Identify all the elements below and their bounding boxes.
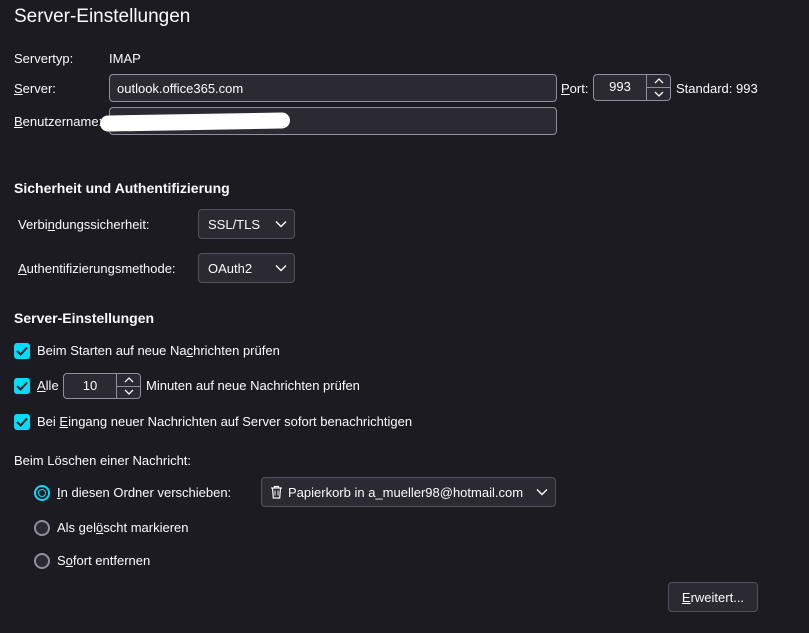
notify-new-mail-label[interactable]: Bei Eingang neuer Nachrichten auf Server…: [37, 414, 412, 430]
interval-increment-button[interactable]: [117, 374, 140, 386]
chevron-down-icon: [275, 265, 287, 272]
server-input[interactable]: outlook.office365.com: [109, 74, 557, 102]
trash-icon: [271, 485, 282, 499]
check-every-label[interactable]: Alle: [37, 378, 59, 394]
checkmark-icon: [16, 381, 28, 391]
remove-immediately-label[interactable]: Sofort entfernen: [57, 553, 150, 569]
remove-immediately-radio[interactable]: [34, 553, 50, 569]
chevron-up-icon: [654, 78, 663, 84]
chevron-up-icon: [124, 376, 133, 383]
checkmark-icon: [16, 417, 28, 427]
port-value[interactable]: 993: [594, 75, 646, 100]
mark-as-deleted-label[interactable]: Als gelöscht markieren: [57, 520, 189, 536]
connection-security-dropdown[interactable]: SSL/TLS: [198, 209, 295, 239]
chevron-down-icon: [124, 389, 133, 396]
folder-value: Papierkorb in a_mueller98@hotmail.com: [288, 484, 524, 500]
check-every-checkbox[interactable]: [14, 378, 30, 394]
check-on-startup-checkbox[interactable]: [14, 343, 30, 359]
checkmark-icon: [16, 346, 28, 356]
username-label: Benutzername:: [14, 114, 103, 129]
redaction-mark: [99, 112, 291, 132]
port-default-text: Standard: 993: [676, 81, 758, 96]
server-settings-title: Server-Einstellungen: [14, 310, 155, 326]
connection-security-label: Verbindungssicherheit:: [18, 217, 150, 232]
auth-method-value: OAuth2: [208, 260, 253, 276]
move-to-folder-label[interactable]: In diesen Ordner verschieben:: [57, 485, 231, 501]
chevron-down-icon: [654, 91, 663, 97]
port-stepper[interactable]: 993: [593, 74, 671, 101]
move-to-folder-radio[interactable]: [34, 485, 50, 501]
port-increment-button[interactable]: [647, 75, 670, 87]
delete-section-label: Beim Löschen einer Nachricht:: [14, 453, 192, 468]
page-title: Server-Einstellungen: [14, 6, 191, 27]
check-interval-stepper[interactable]: 10: [63, 373, 141, 399]
server-type-value: IMAP: [109, 51, 141, 66]
check-on-startup-label[interactable]: Beim Starten auf neue Nachrichten prüfen: [37, 343, 280, 359]
security-section-title: Sicherheit und Authentifizierung: [14, 180, 230, 196]
folder-dropdown[interactable]: Papierkorb in a_mueller98@hotmail.com: [261, 477, 556, 507]
server-label: Server:: [14, 81, 56, 96]
chevron-down-icon: [275, 221, 287, 228]
auth-method-label: Authentifizierungsmethode:: [18, 261, 176, 276]
server-type-label: Servertyp:: [14, 51, 74, 66]
mark-as-deleted-radio[interactable]: [34, 520, 50, 536]
connection-security-value: SSL/TLS: [208, 216, 261, 232]
port-label: Port:: [561, 81, 589, 96]
auth-method-dropdown[interactable]: OAuth2: [198, 253, 295, 283]
chevron-down-icon: [536, 489, 548, 496]
check-interval-suffix: Minuten auf neue Nachrichten prüfen: [146, 378, 360, 393]
check-interval-value[interactable]: 10: [64, 374, 116, 398]
port-decrement-button[interactable]: [647, 87, 670, 100]
advanced-button[interactable]: Erweitert...: [668, 582, 758, 612]
notify-new-mail-checkbox[interactable]: [14, 414, 30, 430]
interval-decrement-button[interactable]: [117, 385, 140, 399]
